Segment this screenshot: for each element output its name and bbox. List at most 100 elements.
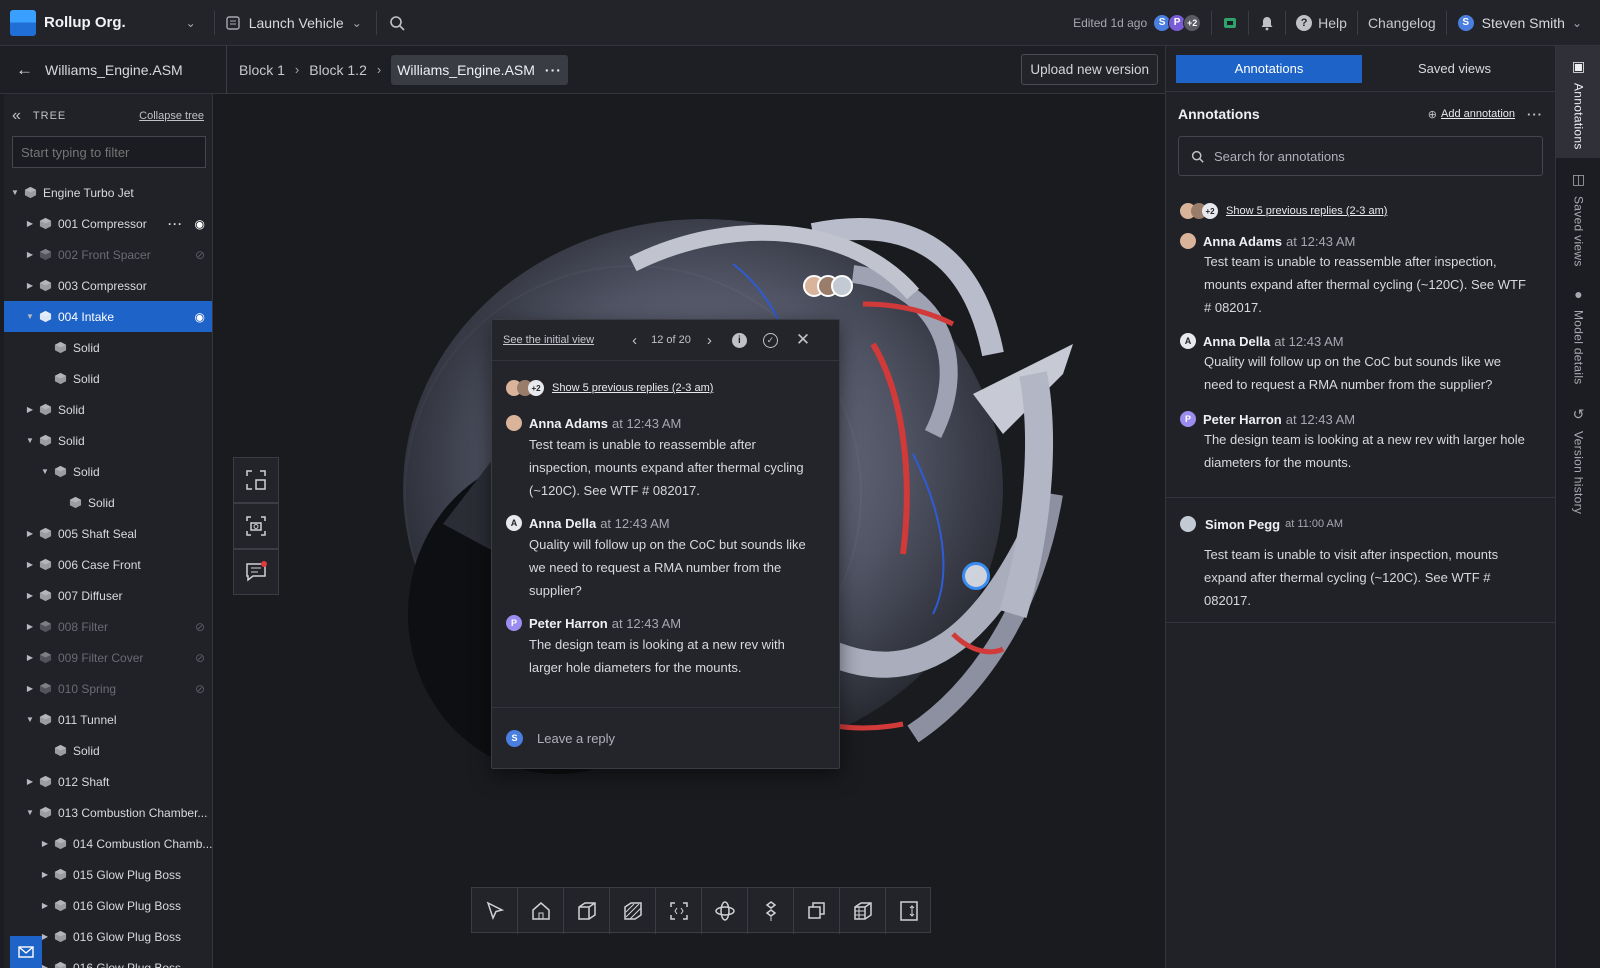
tab-saved-views[interactable]: Saved views: [1418, 61, 1491, 76]
caret-right-icon[interactable]: ▶: [25, 622, 35, 631]
eye-icon[interactable]: ◉: [195, 217, 205, 231]
caret-down-icon[interactable]: ▼: [40, 467, 50, 476]
caret-right-icon[interactable]: ▶: [25, 250, 35, 259]
collapse-panel-icon[interactable]: «: [12, 107, 21, 125]
multi-view-tool[interactable]: [794, 888, 840, 934]
tree-row[interactable]: ▶ 014 Combustion Chamb...: [4, 828, 212, 859]
tree-row[interactable]: ▶ Solid: [4, 394, 212, 425]
tree-row[interactable]: ▶ 007 Diffuser: [4, 580, 212, 611]
next-icon[interactable]: ›: [707, 332, 712, 349]
caret-right-icon[interactable]: ▶: [40, 839, 50, 848]
eye-off-icon[interactable]: ⊘: [195, 682, 205, 696]
caret-right-icon[interactable]: ▶: [25, 777, 35, 786]
annotation-thread[interactable]: Simon Pegg at 11:00 AM Test team is unab…: [1166, 498, 1556, 623]
tree-row[interactable]: ▼ 011 Tunnel: [4, 704, 212, 735]
section-tool[interactable]: [610, 888, 656, 934]
eye-off-icon[interactable]: ⊘: [195, 651, 205, 665]
annotation-search-input[interactable]: Search for annotations: [1214, 149, 1345, 164]
eye-off-icon[interactable]: ⊘: [195, 248, 205, 262]
prev-icon[interactable]: ‹: [632, 332, 637, 349]
caret-right-icon[interactable]: ▶: [25, 560, 35, 569]
more-icon[interactable]: ···: [168, 217, 183, 231]
orbit-tool[interactable]: [702, 888, 748, 934]
caret-down-icon[interactable]: ▼: [10, 188, 20, 197]
fit-view-tool[interactable]: [656, 888, 702, 934]
annotation-search[interactable]: Search for annotations: [1178, 136, 1543, 176]
caret-right-icon[interactable]: ▶: [40, 901, 50, 910]
tree-row[interactable]: ▶ 012 Shaft: [4, 766, 212, 797]
save-view-button[interactable]: [233, 457, 279, 503]
previous-replies[interactable]: +2 Show 5 previous replies (2-3 am): [506, 380, 713, 396]
tree-row[interactable]: ▶ 010 Spring ⊘: [4, 673, 212, 704]
annotation-marker-single[interactable]: [962, 562, 990, 590]
add-annotation-button[interactable]: ⊕ Add annotation: [1428, 108, 1515, 121]
upload-new-version-button[interactable]: Upload new version: [1021, 54, 1158, 85]
screenshot-button[interactable]: [233, 503, 279, 549]
eye-icon[interactable]: ◉: [195, 310, 205, 324]
back-button[interactable]: ← Williams_Engine.ASM: [16, 60, 226, 80]
info-icon[interactable]: i: [731, 332, 747, 348]
collaborator-avatars[interactable]: S P +2: [1153, 13, 1202, 32]
tree-row[interactable]: ▼ 004 Intake ◉: [4, 301, 212, 332]
org-chevron-down-icon[interactable]: ⌄: [186, 16, 196, 30]
home-view-tool[interactable]: [518, 888, 564, 934]
tree-row[interactable]: ▶ 006 Case Front: [4, 549, 212, 580]
breadcrumb-item[interactable]: Block 1: [239, 62, 285, 78]
caret-down-icon[interactable]: ▼: [25, 808, 35, 817]
search-icon[interactable]: [389, 15, 405, 31]
tree-row[interactable]: Solid: [4, 363, 212, 394]
tree-row[interactable]: ▶ 008 Filter ⊘: [4, 611, 212, 642]
tree-row[interactable]: ▼ Solid: [4, 456, 212, 487]
changelog-link[interactable]: Changelog: [1368, 15, 1436, 31]
wireframe-tool[interactable]: [840, 888, 886, 934]
tree-row[interactable]: ▶ 001 Compressor ··· ◉: [4, 208, 212, 239]
tree-row[interactable]: Solid: [4, 332, 212, 363]
caret-right-icon[interactable]: ▶: [25, 684, 35, 693]
caret-right-icon[interactable]: ▶: [25, 405, 35, 414]
help-link[interactable]: ? Help: [1296, 14, 1347, 31]
caret-right-icon[interactable]: ▶: [25, 591, 35, 600]
rail-item-version-history[interactable]: ↺ Version history: [1556, 406, 1600, 514]
eye-off-icon[interactable]: ⊘: [195, 620, 205, 634]
reply-input[interactable]: Leave a reply: [537, 731, 615, 746]
caret-right-icon[interactable]: ▶: [40, 870, 50, 879]
rail-item-model-details[interactable]: ● Model details: [1556, 286, 1600, 385]
tab-annotations[interactable]: Annotations: [1176, 54, 1362, 83]
breadcrumb-current[interactable]: Williams_Engine.ASM ···: [391, 54, 568, 85]
integration-icon[interactable]: [1222, 15, 1238, 31]
measure-tool[interactable]: [886, 888, 932, 934]
cube-view-tool[interactable]: [564, 888, 610, 934]
tree-row[interactable]: ▼ 013 Combustion Chamber...: [4, 797, 212, 828]
feedback-button[interactable]: [10, 936, 42, 968]
org-name[interactable]: Rollup Org.: [44, 14, 126, 31]
tree-row[interactable]: Solid: [4, 735, 212, 766]
caret-right-icon[interactable]: ▶: [25, 529, 35, 538]
tree-row[interactable]: ▼ Solid: [4, 425, 212, 456]
caret-right-icon[interactable]: ▶: [25, 219, 35, 228]
reply-box[interactable]: S Leave a reply: [492, 707, 839, 768]
tree-row[interactable]: ▶ 016 Glow Plug Boss: [4, 890, 212, 921]
rail-item-annotations[interactable]: ▣ Annotations: [1556, 58, 1600, 150]
user-menu[interactable]: S Steven Smith ⌄: [1456, 13, 1582, 32]
annotation-marker-avatars[interactable]: [803, 275, 853, 297]
collapse-tree-link[interactable]: Collapse tree: [139, 110, 204, 122]
caret-down-icon[interactable]: ▼: [25, 312, 35, 321]
tree-row[interactable]: ▶ 003 Compressor: [4, 270, 212, 301]
close-icon[interactable]: ✕: [796, 330, 810, 350]
caret-down-icon[interactable]: ▼: [25, 715, 35, 724]
comment-tool-button[interactable]: [233, 549, 279, 595]
select-tool[interactable]: [472, 888, 518, 934]
initial-view-link[interactable]: See the initial view: [503, 334, 594, 346]
project-selector[interactable]: Launch Vehicle ⌄: [225, 15, 362, 31]
caret-down-icon[interactable]: ▼: [25, 436, 35, 445]
bell-icon[interactable]: [1259, 15, 1275, 31]
tree-row[interactable]: Solid: [4, 487, 212, 518]
explode-tool[interactable]: [748, 888, 794, 934]
caret-right-icon[interactable]: ▶: [25, 281, 35, 290]
tree-filter-input[interactable]: [12, 136, 206, 168]
tree-row[interactable]: ▶ 015 Glow Plug Boss: [4, 859, 212, 890]
rail-item-saved-views[interactable]: ◫ Saved views: [1556, 171, 1600, 267]
tree-row[interactable]: ▶ 005 Shaft Seal: [4, 518, 212, 549]
annotation-thread[interactable]: +2 Show 5 previous replies (2-3 am) Anna…: [1166, 198, 1556, 498]
more-icon[interactable]: ···: [1527, 107, 1543, 122]
